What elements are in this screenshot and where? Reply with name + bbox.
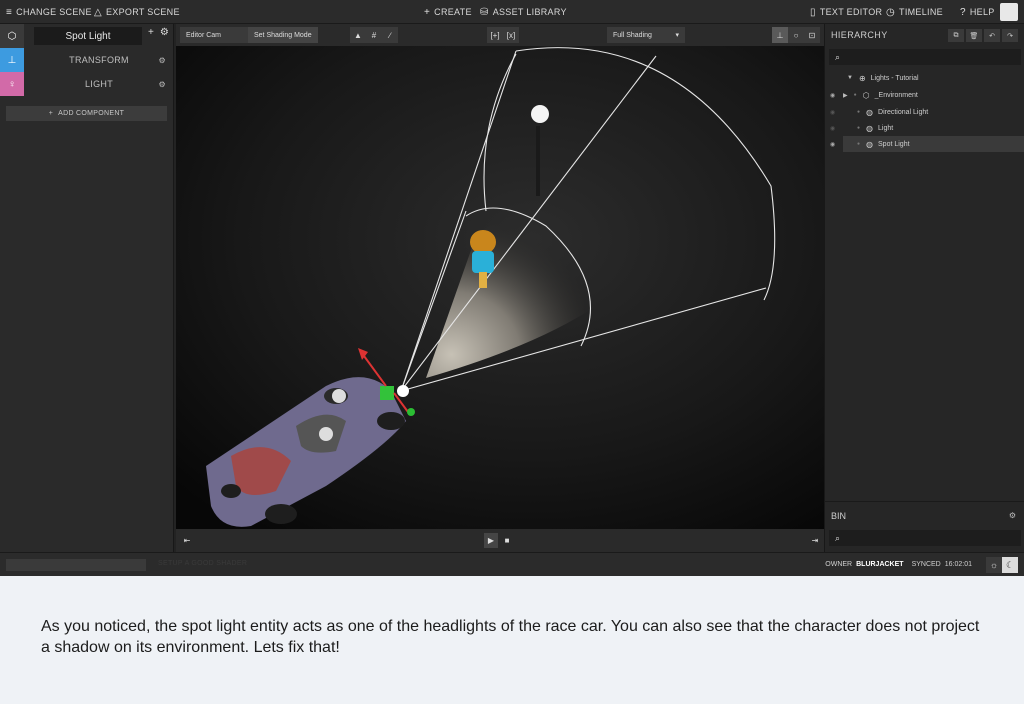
add-component-button[interactable]: + ADD COMPONENT [6,106,167,121]
hamburger-icon: ≡ [6,6,13,18]
eye-icon[interactable]: ◉ [830,125,835,132]
status-bar: SETUP A GOOD SHADER OWNER BLURJACKET SYN… [0,552,1024,576]
bin-title: BIN [831,511,847,521]
component-tabs: ⬡ ⊥ ♀ [0,24,24,96]
sun-icon[interactable]: ☼ [986,557,1002,573]
tree-item-light[interactable]: ◉ ● ◍ Light [830,120,1024,136]
hierarchy-panel: HIERARCHY ⧉ 🗑 ↶ ↷ ⌕ ▼ ⊕ Lights - Tutoria… [824,24,1024,501]
help-button[interactable]: ? HELP [960,0,995,24]
library-icon: ⛁ [480,6,489,18]
editor-app: ≡ CHANGE SCENE △ EXPORT SCENE + CREATE ⛁… [0,0,1024,576]
terrain-icon[interactable]: ▲ [350,27,366,43]
dropdown-arrow-icon: ▾ [675,32,679,39]
user-avatar[interactable] [1000,3,1018,21]
expanded-arrow-icon[interactable]: ▼ [847,75,853,81]
light-icon: ◍ [866,139,874,149]
gear-icon[interactable]: ⚙ [159,56,166,65]
snap-icon[interactable]: [+] [487,27,503,43]
plus-icon: + [48,110,54,117]
tree-item-scene[interactable]: ▼ ⊕ Lights - Tutorial [847,70,1024,86]
trash-icon[interactable]: 🗑 [966,29,982,42]
scene-render [176,46,824,529]
tree-item-environment[interactable]: ◉ ▶ ● ⬡ _Environment [830,87,1024,103]
character-head [470,230,496,254]
timeline-button[interactable]: ◷ TIMELINE [886,0,943,24]
undo-icon[interactable]: ↶ [984,29,1000,42]
tree-item-spot-light[interactable]: ◉ ● ◍ Spot Light [830,136,1024,152]
rotate-gizmo-icon[interactable]: ○ [788,27,804,43]
translate-gizmo-icon[interactable]: ⊥ [772,27,788,43]
light-icon: ◍ [866,107,874,117]
eye-icon[interactable]: ◉ [830,92,835,99]
redo-icon[interactable]: ↷ [1002,29,1018,42]
hierarchy-tools: ⧉ 🗑 ↶ ↷ [948,29,1018,42]
entity-name-field[interactable]: Spot Light [34,27,142,45]
scene-viewport[interactable] [176,46,824,529]
search-icon: ⌕ [835,532,841,543]
component-light[interactable]: LIGHT ⚙ [24,72,174,96]
entity-tab-icon[interactable]: ⬡ [0,24,24,48]
add-icon[interactable]: + [148,27,154,38]
globe-icon: ⊕ [858,73,866,83]
entity-actions: + ⚙ [148,27,169,38]
theme-toggle: ☼ ☾ [986,557,1018,573]
play-button[interactable]: ▶ [484,533,498,548]
hierarchy-search-input[interactable]: ⌕ [829,49,1021,65]
light-bulb-icon[interactable]: ♀ [0,72,24,96]
gear-icon[interactable]: ⚙ [159,80,166,89]
export-triangle-icon: △ [94,6,102,18]
inspector-panel: ⬡ ⊥ ♀ Spot Light + ⚙ TRANSFORM ⚙ LIGHT ⚙… [0,24,174,552]
collapse-right-icon[interactable]: ⇥ [808,533,822,548]
help-icon: ? [960,6,966,18]
text-editor-button[interactable]: ▯ TEXT EDITOR [810,0,882,24]
gear-icon[interactable]: ⚙ [160,27,169,38]
hierarchy-title: HIERARCHY [831,30,888,40]
character-body [472,251,494,273]
duplicate-icon[interactable]: ⧉ [948,29,964,42]
eye-icon[interactable]: ◉ [830,109,835,116]
sync-status: OWNER BLURJACKET SYNCED 16:02:01 [825,561,972,568]
shading-mode-tooltip: Set Shading Mode [248,27,318,43]
grid-icon[interactable]: # [366,27,382,43]
entity-icon: ⬡ [862,90,870,100]
lamp-bulb [531,105,549,123]
bin-panel: BIN ⚙ ⌕ [824,501,1024,552]
change-scene-button[interactable]: ≡ CHANGE SCENE [6,0,92,24]
top-menu-bar: ≡ CHANGE SCENE △ EXPORT SCENE + CREATE ⛁… [0,0,1024,24]
gear-icon[interactable]: ⚙ [1009,511,1016,520]
clock-icon: ◷ [886,6,896,18]
export-scene-button[interactable]: △ EXPORT SCENE [94,0,180,24]
viewport-toolbar: Editor Cam Set Shading Mode ▲ # ∕ [+] [x… [176,24,824,46]
asset-library-button[interactable]: ⛁ ASSET LIBRARY [480,0,567,24]
create-button[interactable]: + CREATE [424,0,472,24]
eye-icon[interactable]: ◉ [830,141,835,148]
collapse-left-icon[interactable]: ⇤ [180,533,194,548]
tutorial-caption: As you noticed, the spot light entity ac… [0,576,1024,704]
bin-search-input[interactable]: ⌕ [829,530,1021,546]
status-input[interactable] [6,559,146,571]
tree-item-directional-light[interactable]: ◉ ● ◍ Directional Light [830,104,1024,120]
collapsed-arrow-icon[interactable]: ▶ [843,92,848,99]
snap-rotate-icon[interactable]: [x] [503,27,519,43]
stop-button[interactable]: ■ [500,533,514,548]
caption-text: As you noticed, the spot light entity ac… [41,618,980,656]
scale-gizmo-icon[interactable]: ⊡ [804,27,820,43]
component-transform[interactable]: TRANSFORM ⚙ [24,48,174,72]
shading-mode-select[interactable]: Full Shading ▾ [607,27,685,43]
camera-select[interactable]: Editor Cam [180,27,250,43]
light-icon: ◍ [866,123,874,133]
search-icon: ⌕ [835,51,841,62]
transform-tab-icon[interactable]: ⊥ [0,48,24,72]
plus-icon: + [424,6,431,18]
wand-icon[interactable]: ∕ [382,27,398,43]
status-hint: SETUP A GOOD SHADER [158,560,248,567]
moon-icon[interactable]: ☾ [1002,557,1018,573]
viewport-bottom-bar: ⇤ ▶ ■ ⇥ [176,529,824,552]
document-icon: ▯ [810,6,816,18]
